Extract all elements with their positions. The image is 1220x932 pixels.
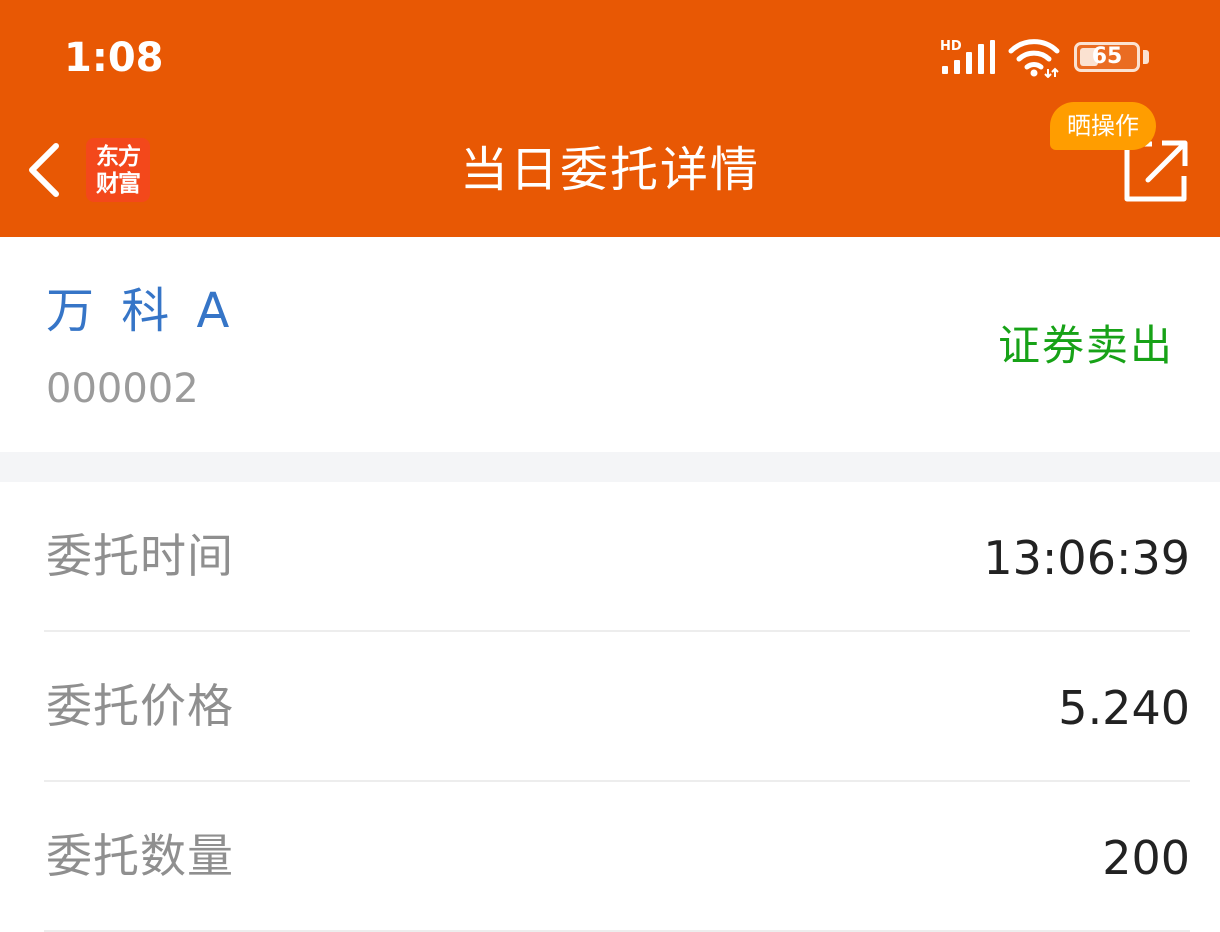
stock-code: 000002 (46, 366, 199, 412)
detail-label: 委托数量 (46, 829, 234, 883)
detail-value: 13:06:39 (983, 531, 1190, 585)
share-operation-badge[interactable]: 晒操作 (1050, 102, 1156, 150)
wifi-icon (1008, 39, 1060, 78)
battery-terminal (1143, 50, 1149, 64)
stock-info-card: 万 科 A 000002 证券卖出 (0, 237, 1220, 452)
detail-value: 5.240 (1058, 681, 1190, 735)
detail-value: 200 (1102, 831, 1190, 885)
detail-row-order-quantity: 委托数量 200 (44, 782, 1190, 932)
trade-type-label: 证券卖出 (997, 321, 1174, 370)
battery-percent: 65 (1091, 44, 1123, 69)
cellular-signal-icon: HD (940, 39, 995, 74)
detail-row-order-price: 委托价格 5.240 (44, 632, 1190, 782)
page-title: 当日委托详情 (459, 142, 760, 198)
battery-icon: 65 (1074, 42, 1140, 72)
detail-label: 委托时间 (46, 529, 234, 583)
section-divider (0, 452, 1220, 482)
detail-row-order-time: 委托时间 13:06:39 (44, 482, 1190, 632)
network-type-label: HD (940, 39, 962, 54)
stock-name[interactable]: 万 科 A (46, 283, 235, 339)
app-header: 1:08 HD 65 东方 财富 当日委托详情 晒操作 (0, 0, 1220, 237)
detail-label: 委托价格 (46, 679, 234, 733)
status-time: 1:08 (64, 35, 164, 81)
